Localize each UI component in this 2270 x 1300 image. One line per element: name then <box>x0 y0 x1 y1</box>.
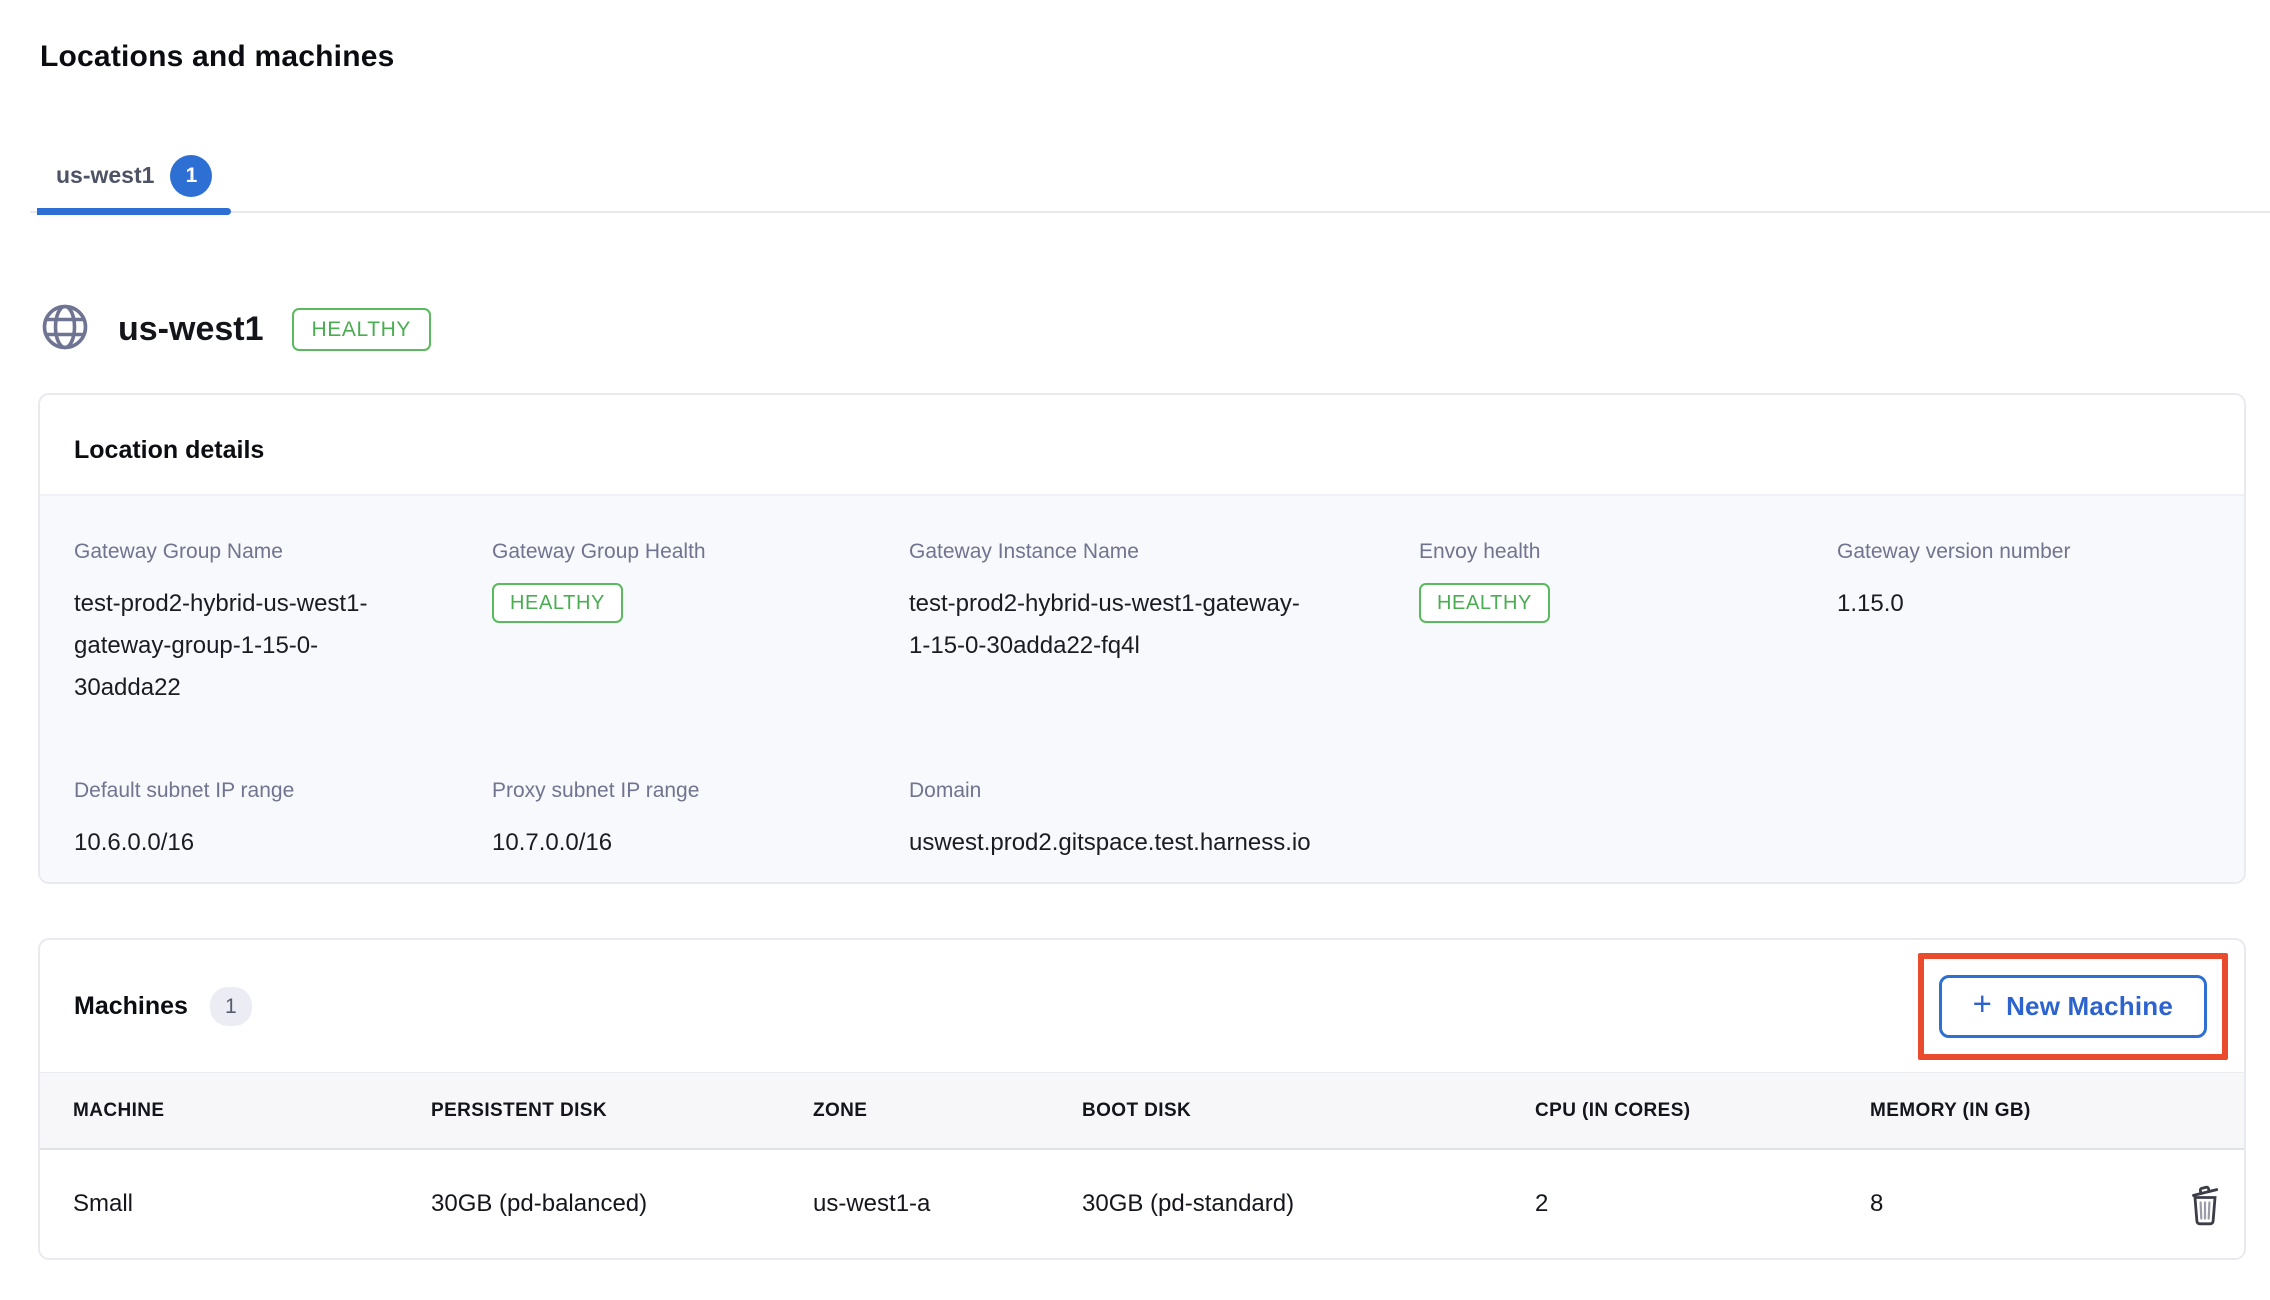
location-details-body: Gateway Group Name test-prod2-hybrid-us-… <box>40 494 2244 882</box>
col-machine: MACHINE <box>73 1100 431 1122</box>
machines-count-badge: 1 <box>210 987 252 1026</box>
location-details-card: Location details Gateway Group Name test… <box>38 393 2246 884</box>
field-value: 1.15.0 <box>1837 583 2210 625</box>
field-domain: Domain uswest.prod2.gitspace.test.harnes… <box>909 779 1419 864</box>
field-label: Gateway Group Health <box>492 540 909 564</box>
field-label: Gateway version number <box>1837 540 2210 564</box>
field-label: Envoy health <box>1419 540 1837 564</box>
cell-persistent-disk: 30GB (pd-balanced) <box>431 1190 813 1218</box>
field-label: Gateway Group Name <box>74 540 492 564</box>
col-memory: MEMORY (IN GB) <box>1870 1100 2187 1122</box>
col-zone: ZONE <box>813 1100 1082 1122</box>
field-envoy-health: Envoy health HEALTHY <box>1419 540 1837 709</box>
envoy-health-badge: HEALTHY <box>1419 583 1550 623</box>
active-tab-underline <box>37 208 231 215</box>
machines-header: Machines 1 + New Machine <box>40 940 2244 1072</box>
location-header: us-west1 HEALTHY <box>40 300 431 358</box>
new-machine-button[interactable]: + New Machine <box>1939 975 2207 1038</box>
tab-us-west1[interactable]: us-west1 1 <box>37 140 231 211</box>
location-status-badge: HEALTHY <box>292 308 432 351</box>
trash-icon <box>2187 1214 2223 1229</box>
field-default-subnet: Default subnet IP range 10.6.0.0/16 <box>74 779 492 864</box>
field-value: test-prod2-hybrid-us-west1-gateway-1-15-… <box>909 583 1313 667</box>
field-label: Gateway Instance Name <box>909 540 1419 564</box>
cell-memory: 8 <box>1870 1190 2187 1218</box>
locations-and-machines-page: Locations and machines us-west1 1 us-wes… <box>0 0 2270 1300</box>
annotation-highlight-box: + New Machine <box>1918 953 2228 1060</box>
table-row: Small 30GB (pd-balanced) us-west1-a 30GB… <box>40 1150 2244 1258</box>
gateway-group-health-badge: HEALTHY <box>492 583 623 623</box>
field-proxy-subnet: Proxy subnet IP range 10.7.0.0/16 <box>492 779 909 864</box>
cell-boot-disk: 30GB (pd-standard) <box>1082 1190 1535 1218</box>
machines-card: Machines 1 + New Machine MACHINE PERSIST… <box>38 938 2246 1260</box>
field-gateway-version: Gateway version number 1.15.0 <box>1837 540 2210 709</box>
location-details-title: Location details <box>40 395 2244 465</box>
field-label: Default subnet IP range <box>74 779 492 803</box>
delete-machine-button[interactable] <box>2187 1182 2223 1226</box>
field-value: 10.7.0.0/16 <box>492 822 909 864</box>
field-label: Domain <box>909 779 1419 803</box>
field-value: uswest.prod2.gitspace.test.harness.io <box>909 822 1419 864</box>
cell-zone: us-west1-a <box>813 1190 1082 1218</box>
machines-title: Machines <box>74 992 188 1021</box>
field-label: Proxy subnet IP range <box>492 779 909 803</box>
cell-machine: Small <box>73 1190 431 1218</box>
field-value: test-prod2-hybrid-us-west1-gateway-group… <box>74 583 372 709</box>
page-title: Locations and machines <box>40 40 394 74</box>
cell-cpu: 2 <box>1535 1190 1870 1218</box>
field-value: 10.6.0.0/16 <box>74 822 492 864</box>
field-gateway-group-name: Gateway Group Name test-prod2-hybrid-us-… <box>74 540 492 709</box>
col-cpu: CPU (IN CORES) <box>1535 1100 1870 1122</box>
machines-table: MACHINE PERSISTENT DISK ZONE BOOT DISK C… <box>40 1072 2244 1258</box>
cell-actions <box>2187 1182 2244 1226</box>
tab-count-badge: 1 <box>170 155 212 197</box>
col-persistent-disk: PERSISTENT DISK <box>431 1100 813 1122</box>
new-machine-button-label: New Machine <box>2006 991 2173 1022</box>
tab-label: us-west1 <box>56 162 154 189</box>
globe-icon <box>40 302 90 357</box>
plus-icon: + <box>1973 985 1992 1023</box>
col-boot-disk: BOOT DISK <box>1082 1100 1535 1122</box>
location-tabs: us-west1 1 <box>30 140 2270 213</box>
field-gateway-instance-name: Gateway Instance Name test-prod2-hybrid-… <box>909 540 1419 709</box>
location-name: us-west1 <box>118 310 264 349</box>
machines-table-header: MACHINE PERSISTENT DISK ZONE BOOT DISK C… <box>40 1072 2244 1150</box>
field-gateway-group-health: Gateway Group Health HEALTHY <box>492 540 909 709</box>
machines-title-wrap: Machines 1 <box>74 987 252 1026</box>
